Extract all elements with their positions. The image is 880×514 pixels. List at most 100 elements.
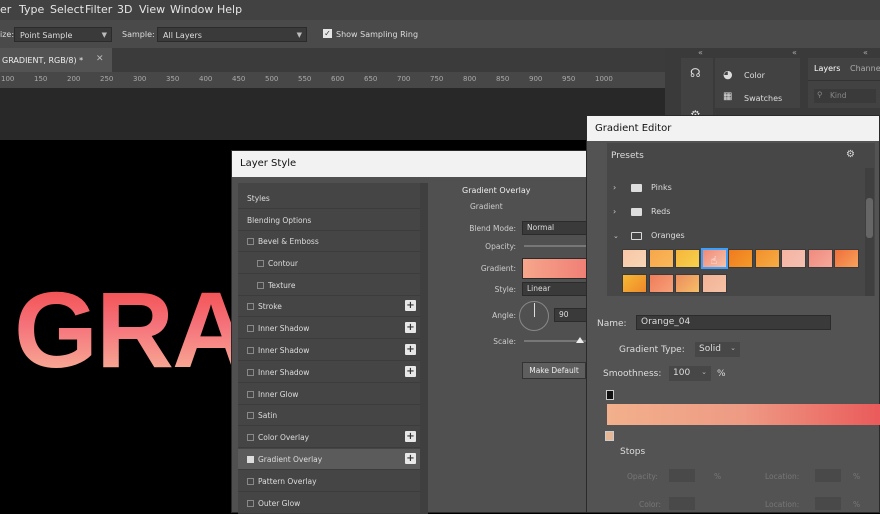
gradient-swatch[interactable] (675, 274, 700, 293)
gradient-preview[interactable] (522, 258, 596, 279)
add-icon[interactable]: + (405, 453, 416, 464)
palette-icon[interactable]: ◕ (723, 68, 733, 81)
layer-style-title-bar[interactable]: Layer Style (232, 151, 592, 177)
presets-scrollbar[interactable] (865, 168, 874, 296)
blending-options[interactable]: Blending Options (238, 210, 420, 231)
gradient-editor-title-bar[interactable]: Gradient Editor (587, 116, 879, 141)
menu-layer[interactable]: er (0, 3, 11, 16)
style-checkbox[interactable] (257, 281, 264, 289)
opacity-stop[interactable] (606, 390, 614, 400)
preset-folder-pinks[interactable]: › Pinks (613, 179, 813, 197)
style-checkbox[interactable] (247, 499, 254, 507)
history-brush-icon[interactable]: ☊ (690, 66, 701, 80)
angle-dial[interactable] (519, 301, 549, 331)
gradient-swatch[interactable] (648, 249, 674, 268)
menu-window[interactable]: Window (170, 3, 213, 16)
style-item[interactable]: Contour (238, 253, 420, 274)
color-stop[interactable] (605, 431, 614, 441)
make-default-button[interactable]: Make Default (522, 362, 586, 379)
gradient-swatch[interactable] (834, 249, 859, 268)
style-item[interactable]: Inner Shadow + (238, 340, 420, 361)
menu-filter[interactable]: Filter (85, 3, 112, 16)
gradient-swatch[interactable] (622, 249, 647, 268)
gear-icon[interactable]: ⚙ (846, 149, 855, 160)
style-item[interactable]: Inner Shadow + (238, 362, 420, 383)
smoothness-input[interactable]: 100 ⌄ (669, 366, 711, 381)
gradient-type-select[interactable]: Solid ⌄ (695, 342, 740, 357)
name-input[interactable]: Orange_04 (636, 315, 831, 330)
style-item[interactable]: Stroke + (238, 296, 420, 318)
gradient-swatch[interactable] (622, 274, 647, 293)
gradient-swatch[interactable] (807, 249, 833, 268)
scrollbar[interactable] (420, 183, 428, 514)
menu-3d[interactable]: 3D (117, 3, 132, 16)
stop-color-swatch[interactable] (669, 497, 695, 510)
style-checkbox[interactable] (247, 238, 254, 245)
swatches-panel-tab[interactable]: Swatches (744, 94, 782, 103)
gradient-swatch[interactable] (648, 274, 674, 293)
style-checkbox[interactable] (247, 303, 254, 311)
add-icon[interactable]: + (405, 365, 416, 377)
close-icon[interactable]: ✕ (96, 54, 104, 64)
grid-icon[interactable]: ▦ (723, 91, 732, 102)
gradient-swatch[interactable] (675, 249, 700, 268)
menu-select[interactable]: Select (50, 3, 84, 16)
add-icon[interactable]: + (405, 300, 416, 312)
gradient-swatch[interactable] (781, 249, 806, 268)
style-checkbox[interactable] (247, 456, 254, 463)
gradient-swatch[interactable] (701, 274, 727, 293)
style-item[interactable]: Inner Glow (238, 384, 420, 405)
style-checkbox[interactable] (247, 477, 254, 485)
sample-size-select[interactable]: Point Sample ▼ (14, 27, 112, 42)
style-checkbox[interactable] (247, 347, 254, 354)
style-checkbox[interactable] (247, 390, 254, 398)
sample-size-label: ize: (0, 30, 15, 39)
add-icon[interactable]: + (405, 344, 416, 355)
scale-slider-thumb[interactable] (576, 337, 584, 343)
preset-folder-oranges[interactable]: ⌄ Oranges (613, 227, 813, 245)
style-item-label: Pattern Overlay (258, 476, 317, 486)
collapse-icon[interactable]: « (698, 48, 703, 57)
style-item[interactable]: Outer Glow (238, 493, 420, 514)
style-item[interactable]: Texture (238, 275, 420, 296)
show-ring-checkbox[interactable]: ✓ (323, 29, 332, 38)
menu-view[interactable]: View (139, 3, 165, 16)
style-item-label: Outer Glow (258, 498, 301, 508)
style-checkbox[interactable] (247, 325, 254, 333)
stop-location-input-2[interactable] (815, 497, 841, 510)
styles-header[interactable]: Styles (238, 188, 420, 209)
sample-select[interactable]: All Layers ▼ (157, 27, 307, 42)
style-item-label: Inner Shadow (258, 324, 310, 334)
style-checkbox[interactable] (257, 259, 264, 267)
layer-filter-input[interactable]: ⚲ Kind (814, 89, 876, 103)
stop-location-input[interactable] (815, 469, 841, 482)
stop-opacity-input[interactable] (669, 469, 695, 482)
add-icon[interactable]: + (405, 431, 416, 443)
tab-channels[interactable]: Channe (850, 64, 880, 73)
collapse-icon[interactable]: « (792, 48, 797, 57)
style-item[interactable]: Inner Shadow + (238, 318, 420, 340)
document-tab[interactable]: GRADIENT, RGB/8) * ✕ (0, 48, 112, 72)
style-item[interactable]: Bevel & Emboss (238, 231, 420, 252)
blend-mode-select[interactable]: Normal (522, 221, 594, 235)
style-checkbox[interactable] (247, 434, 254, 442)
gradient-bar[interactable] (607, 404, 880, 425)
style-item[interactable]: Color Overlay + (238, 427, 420, 449)
preset-folder-reds[interactable]: › Reds (613, 203, 813, 221)
add-icon[interactable]: + (405, 322, 416, 334)
tab-layers[interactable]: Layers (814, 64, 840, 73)
menu-type[interactable]: Type (19, 3, 44, 16)
gradient-swatch[interactable] (754, 249, 780, 268)
opacity-slider[interactable] (524, 245, 594, 247)
style-checkbox[interactable] (247, 412, 254, 420)
menu-help[interactable]: Help (217, 3, 242, 16)
style-item[interactable]: Pattern Overlay (238, 471, 420, 492)
style-select[interactable]: Linear (522, 282, 594, 296)
style-item[interactable]: Satin (238, 405, 420, 427)
collapse-icon[interactable]: « (863, 48, 868, 57)
ruler-tick: 450 (232, 75, 246, 83)
style-item[interactable]: Gradient Overlay + (238, 449, 420, 470)
gradient-swatch[interactable] (728, 249, 753, 268)
style-checkbox[interactable] (247, 368, 254, 376)
color-panel-tab[interactable]: Color (744, 71, 765, 80)
